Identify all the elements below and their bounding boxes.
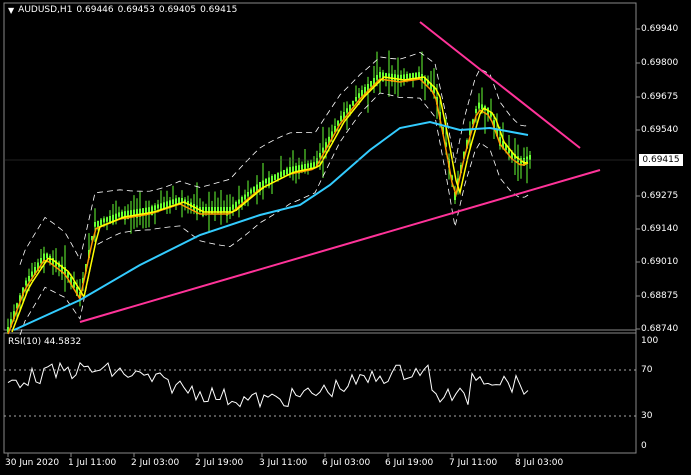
candle-body — [289, 167, 291, 174]
price-label: 0.69010 — [641, 257, 679, 267]
current-price-marker: 0.69415 — [639, 154, 683, 166]
rsi-axis-label: 0 — [641, 441, 647, 451]
price-label: 0.69540 — [641, 125, 679, 135]
price-ticks — [636, 28, 640, 330]
high-value: 0.69453 — [117, 5, 155, 15]
time-label: 6 Jul 19:00 — [385, 458, 434, 468]
candle-body — [160, 203, 162, 210]
moving-averages-layer — [7, 76, 529, 335]
rsi-title: RSI(10) 44.5832 — [8, 337, 82, 347]
candle-body — [358, 93, 360, 98]
candle-body — [265, 179, 267, 184]
rsi-axis-label: 100 — [641, 336, 659, 346]
candle-body — [526, 156, 528, 163]
candle-body — [115, 213, 117, 220]
price-label: 0.68740 — [641, 324, 679, 334]
candle-body — [481, 104, 483, 110]
candle-body — [172, 199, 174, 205]
candle-body — [307, 163, 309, 168]
candle-body — [154, 205, 156, 211]
chart-canvas[interactable] — [0, 0, 691, 471]
collapse-triangle-icon[interactable]: ▼ — [8, 6, 14, 15]
candle-body — [25, 280, 27, 286]
low-value: 0.69405 — [158, 5, 197, 15]
candle-body — [244, 194, 246, 200]
time-label: 3 Jul 11:00 — [259, 458, 308, 468]
candle-body — [274, 174, 276, 181]
symbol-header: ▼ AUDUSD,H1 0.69446 0.69453 0.69405 0.69… — [8, 5, 237, 15]
candle-body — [319, 153, 321, 158]
candle-body — [106, 217, 108, 222]
candle-body — [379, 72, 381, 78]
symbol-timeframe: AUDUSD,H1 — [18, 5, 73, 15]
candle-body — [250, 189, 252, 194]
candle-body — [94, 222, 96, 227]
candle-body — [40, 258, 42, 264]
candle-body — [478, 102, 480, 109]
candle-body — [340, 115, 342, 121]
candle-body — [475, 108, 477, 113]
close-value: 0.69415 — [200, 5, 238, 15]
candle-body — [406, 73, 408, 79]
rsi-axis-label: 70 — [641, 365, 653, 375]
candle-body — [376, 75, 378, 80]
rsi-axis-label: 30 — [641, 411, 653, 421]
rsi-frame — [3, 332, 637, 454]
candle-body — [100, 219, 102, 226]
rsi-line-layer — [7, 361, 529, 409]
candle-body — [118, 212, 120, 217]
upper-band-line — [19, 51, 531, 265]
time-label: 1 Jul 11:00 — [68, 458, 117, 468]
candle-body — [223, 207, 225, 212]
candle-body — [229, 207, 231, 212]
candle-body — [157, 204, 159, 209]
candle-body — [43, 253, 45, 261]
candle-body — [346, 108, 348, 113]
candle-body — [283, 170, 285, 176]
price-label: 0.69800 — [641, 58, 679, 68]
candle-body — [295, 165, 297, 172]
candle-body — [247, 192, 249, 197]
candle-body — [169, 200, 171, 207]
price-label: 0.69275 — [641, 191, 679, 201]
candle-body — [241, 197, 243, 203]
candle-body — [205, 207, 207, 212]
candle-body — [103, 218, 105, 223]
candle-body — [277, 173, 279, 180]
candle-body — [46, 253, 48, 258]
candle-body — [97, 220, 99, 228]
time-label: 30 Jun 2020 — [5, 458, 60, 468]
time-label: 7 Jul 11:00 — [449, 458, 498, 468]
time-label: 2 Jul 19:00 — [195, 458, 244, 468]
candle-body — [403, 74, 405, 80]
candle-body — [529, 155, 531, 160]
candle-body — [166, 201, 168, 208]
open-value: 0.69446 — [76, 5, 114, 15]
price-label: 0.68875 — [641, 291, 679, 301]
candle-body — [238, 199, 240, 204]
candle-body — [352, 100, 354, 106]
price-label: 0.69940 — [641, 24, 679, 34]
candle-body — [301, 164, 303, 170]
chart-window[interactable]: ▼ AUDUSD,H1 0.69446 0.69453 0.69405 0.69… — [0, 0, 691, 471]
candle-body — [370, 81, 372, 87]
support-trendline[interactable] — [79, 169, 601, 323]
candle-body — [355, 97, 357, 102]
candle-body — [280, 171, 282, 178]
candle-body — [31, 271, 33, 277]
price-label: 0.69140 — [641, 224, 679, 234]
envelope-bands-layer — [19, 51, 531, 336]
candle-body — [286, 168, 288, 175]
candle-body — [28, 276, 30, 282]
candle-body — [232, 204, 234, 210]
candle-body — [253, 187, 255, 193]
candle-body — [397, 74, 399, 82]
time-label: 8 Jul 03:00 — [515, 458, 564, 468]
time-ticks — [7, 453, 519, 457]
rsi-line — [7, 361, 529, 409]
time-label: 2 Jul 03:00 — [131, 458, 180, 468]
time-label: 6 Jul 03:00 — [322, 458, 371, 468]
candle-body — [412, 73, 414, 78]
price-label: 0.69675 — [641, 92, 679, 102]
